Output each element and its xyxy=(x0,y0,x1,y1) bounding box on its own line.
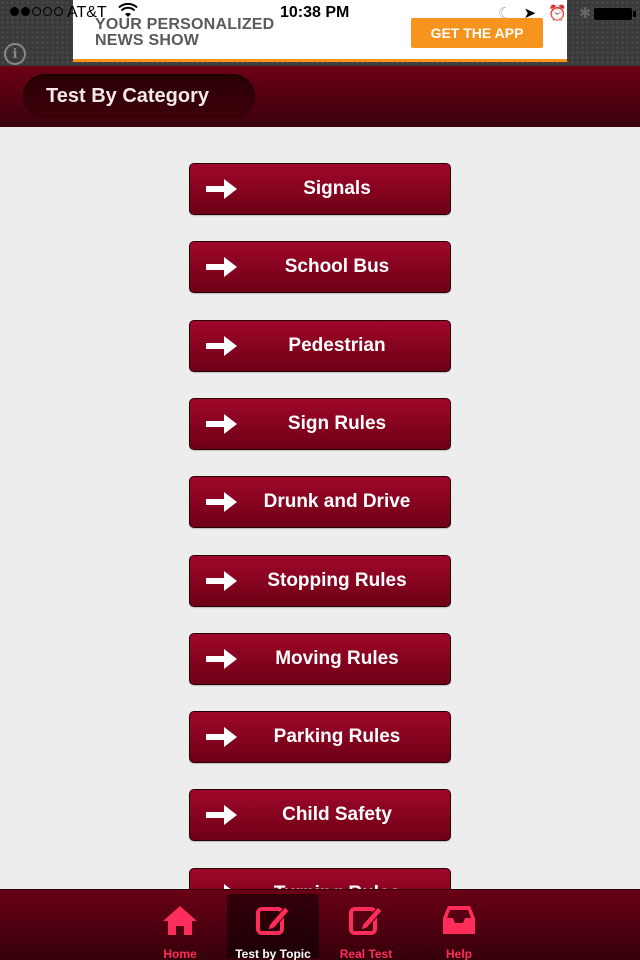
arrow-right-icon xyxy=(206,256,238,278)
info-icon[interactable]: i xyxy=(4,43,26,65)
arrow-right-icon xyxy=(206,648,238,670)
tab-label: Test by Topic xyxy=(235,947,311,960)
location-icon: ➤ xyxy=(523,5,537,22)
category-list[interactable]: Signals School Bus Pedestrian Sign Rules Dru… xyxy=(0,127,640,889)
arrow-right-icon xyxy=(206,178,238,200)
category-button[interactable]: Moving Rules xyxy=(189,632,451,685)
clock: 10:38 PM xyxy=(280,4,350,21)
arrow-right-icon xyxy=(206,491,238,513)
wifi-icon xyxy=(118,2,138,24)
tab-label: Home xyxy=(163,947,197,960)
category-button[interactable]: Drunk and Drive xyxy=(189,476,451,529)
tab-label: Help xyxy=(445,947,472,960)
alarm-icon: ⏰ xyxy=(548,5,567,22)
category-button[interactable]: Parking Rules xyxy=(189,711,451,764)
arrow-right-icon xyxy=(206,570,238,592)
home-icon xyxy=(162,894,198,939)
ad-headline-line2: NEWS SHOW xyxy=(95,32,200,49)
category-button[interactable]: Sign Rules xyxy=(189,397,451,450)
battery-icon xyxy=(594,8,636,20)
category-button[interactable]: Turning Rules xyxy=(189,867,451,889)
status-bar: AT&T 10:38 PM ☾ ➤ ⏰ ✱ xyxy=(0,0,640,26)
header: Test By Category xyxy=(0,66,640,127)
tab-real-test[interactable]: Real Test xyxy=(320,894,412,960)
category-button[interactable]: School Bus xyxy=(189,241,451,294)
moon-icon: ☾ xyxy=(498,5,512,22)
category-button[interactable]: Stopping Rules xyxy=(189,554,451,607)
tab-help[interactable]: Help xyxy=(413,894,505,960)
arrow-right-icon xyxy=(206,804,238,826)
carrier-name: AT&T xyxy=(67,4,107,21)
tab-bar: Home Test by Topic Real Test Help xyxy=(0,889,640,960)
arrow-right-icon xyxy=(206,413,238,435)
signal-strength-icon xyxy=(10,7,63,16)
tab-home[interactable]: Home xyxy=(134,894,226,960)
category-button[interactable]: Signals xyxy=(189,163,451,215)
arrow-right-icon xyxy=(206,335,238,357)
edit-icon xyxy=(255,894,291,939)
tab-test-by-topic[interactable]: Test by Topic xyxy=(227,894,319,960)
arrow-right-icon xyxy=(206,726,238,748)
tab-label: Real Test xyxy=(339,947,393,960)
category-button[interactable]: Pedestrian xyxy=(189,319,451,372)
bluetooth-icon: ✱ xyxy=(578,5,592,22)
inbox-icon xyxy=(441,894,477,939)
edit-icon xyxy=(348,894,384,939)
category-button[interactable]: Child Safety xyxy=(189,789,451,842)
page-title: Test By Category xyxy=(23,74,255,118)
